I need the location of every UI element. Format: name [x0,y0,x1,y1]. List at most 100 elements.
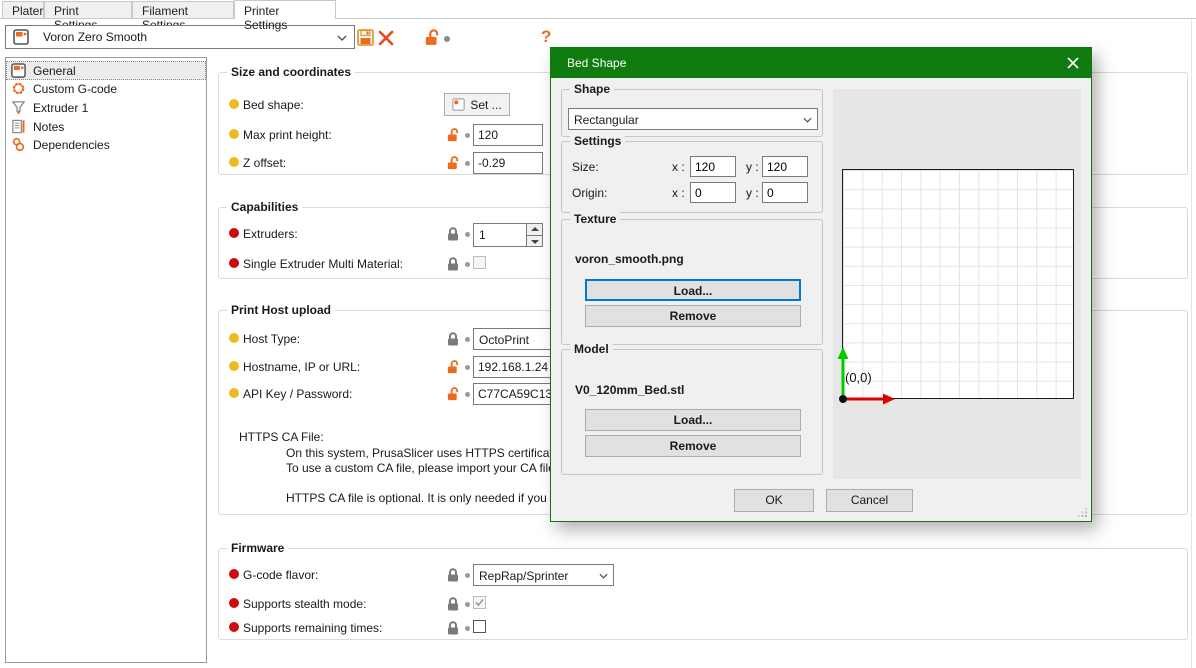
ok-button[interactable]: OK [734,489,814,512]
locked-icon[interactable] [446,568,460,582]
unlocked-icon[interactable] [446,360,460,374]
modified-bullet-icon [229,333,239,343]
sidebar-item-custom-gcode[interactable]: Custom G-code [6,80,206,99]
revert-dot-icon [465,161,470,166]
sidebar-item-label: Custom G-code [33,81,117,96]
save-preset-icon[interactable] [357,29,374,46]
close-icon[interactable] [1065,55,1081,71]
tab-label: Printer Settings [244,4,287,32]
gear-icon [11,81,26,96]
help-icon[interactable]: ? [541,27,551,47]
locked-icon[interactable] [446,257,460,271]
sidebar-item-dependencies[interactable]: Dependencies [6,135,206,154]
x-label: x : [672,186,685,200]
window-edge [1191,19,1192,668]
sidebar-item-general[interactable]: General [6,61,206,80]
unlocked-icon[interactable] [424,29,440,46]
https-ca-file-line: On this system, PrusaSlicer uses HTTPS c… [286,446,565,460]
origin-label: Origin: [572,186,607,200]
revert-dot-icon [465,602,470,607]
tab-plater[interactable]: Plater [2,1,44,18]
modified-bullet-icon [229,388,239,398]
revert-dot-icon [465,133,470,138]
sidebar-item-label: Extruder 1 [33,100,88,115]
group-title: Settings [570,134,625,148]
y-label: y : [746,186,759,200]
extruder-funnel-icon [11,100,26,115]
origin-y-input[interactable] [762,182,808,203]
chevron-down-icon [803,117,812,123]
bed-shape-dialog: Bed Shape Shape Rectangular Settings Siz… [550,47,1092,522]
locked-icon[interactable] [446,332,460,346]
semm-checkbox[interactable] [473,256,486,269]
origin-x-input[interactable] [690,182,736,203]
printer-icon [11,63,26,78]
gcode-flavor-value: RepRap/Sprinter [479,569,568,583]
delete-preset-icon[interactable] [377,29,395,47]
bed-shape-set-button[interactable]: Set ... [444,93,510,116]
revert-dot-icon [465,626,470,631]
bed-preview-canvas[interactable]: (0,0) [833,89,1081,479]
spin-up-button[interactable] [527,224,542,236]
system-value-bullet-icon [229,258,239,268]
resize-grip[interactable] [1078,508,1088,518]
unlocked-icon[interactable] [446,156,460,170]
extruders-spinner[interactable]: 1 [473,223,543,247]
sidebar-item-extruder-1[interactable]: Extruder 1 [6,98,206,117]
system-value-bullet-icon [229,569,239,579]
button-label: Load... [674,284,713,298]
host-type-value: OctoPrint [479,333,529,347]
chevron-down-icon [337,35,347,41]
model-remove-button[interactable]: Remove [585,435,801,457]
remaining-times-checkbox[interactable] [473,620,486,633]
extruders-value: 1 [479,228,486,242]
model-group: Model V0_120mm_Bed.stl Load... Remove [561,349,823,475]
option-label: Supports stealth mode: [243,597,366,611]
texture-group: Texture voron_smooth.png Load... Remove [561,219,823,345]
tab-printer-settings[interactable]: Printer Settings [234,0,336,19]
tab-strip: Plater Print Settings Filament Settings … [0,0,1196,19]
stealth-mode-checkbox[interactable] [473,596,486,609]
tab-label: Plater [12,4,43,18]
option-label: Extruders: [243,227,298,241]
tab-print-settings[interactable]: Print Settings [44,1,132,18]
locked-icon[interactable] [446,227,460,241]
https-ca-file-line: To use a custom CA file, please import y… [286,461,555,475]
z-offset-input[interactable] [473,152,543,174]
texture-remove-button[interactable]: Remove [585,305,801,327]
shape-select[interactable]: Rectangular [568,108,818,130]
button-label: Remove [670,439,717,453]
tab-filament-settings[interactable]: Filament Settings [132,1,234,18]
origin-row: Origin: x : y : [562,182,822,206]
dialog-titlebar[interactable]: Bed Shape [551,48,1091,78]
locked-icon[interactable] [446,597,460,611]
printer-preset-combo[interactable]: Voron Zero Smooth [5,25,355,49]
cancel-button[interactable]: Cancel [826,489,913,512]
locked-icon[interactable] [446,621,460,635]
section-title: Capabilities [227,200,302,214]
notes-icon [11,119,26,134]
unlocked-icon[interactable] [446,387,460,401]
unlocked-icon[interactable] [446,128,460,142]
model-load-button[interactable]: Load... [585,409,801,431]
spin-down-button[interactable] [527,236,542,247]
option-label: Z offset: [243,156,286,170]
settings-page-tree: General Custom G-code Extruder 1 Notes D… [5,57,207,663]
group-title: Model [570,342,613,356]
size-x-input[interactable] [690,156,736,177]
triangle-down-icon [531,240,539,244]
sidebar-item-notes[interactable]: Notes [6,117,206,136]
option-row-supports-stealth-mode: Supports stealth mode: [219,592,1187,616]
system-value-bullet-icon [229,622,239,632]
https-ca-file-heading: HTTPS CA File: [239,430,324,444]
texture-load-button[interactable]: Load... [585,279,801,301]
model-filename: V0_120mm_Bed.stl [575,383,684,397]
section-firmware: Firmware G-code flavor: RepRap/Sprinter … [218,548,1188,640]
size-y-input[interactable] [762,156,808,177]
revert-dot-icon [465,365,470,370]
gcode-flavor-select[interactable]: RepRap/Sprinter [473,564,614,586]
bed-icon [452,98,465,111]
max-print-height-input[interactable] [473,124,543,146]
https-ca-file-line: HTTPS CA file is optional. It is only ne… [286,491,557,505]
modified-bullet-icon [229,361,239,371]
